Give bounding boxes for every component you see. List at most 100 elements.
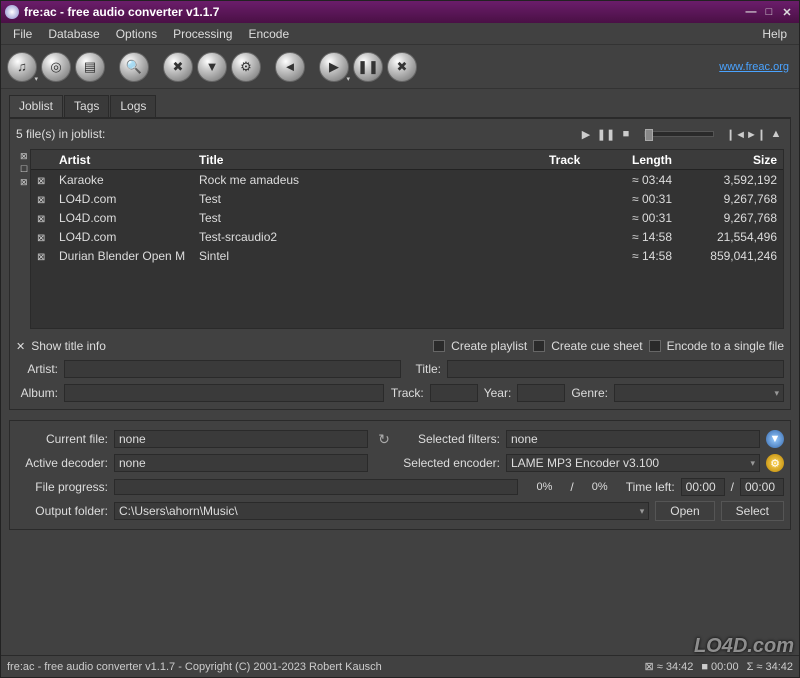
selected-encoder-dropdown[interactable]: LAME MP3 Encoder v3.100 [506, 454, 760, 472]
add-files-button[interactable]: ♫▾ [7, 52, 37, 82]
row-check-icon[interactable]: ⊠ [37, 214, 45, 225]
stop-small-icon: ■ [701, 661, 708, 673]
col-size[interactable]: Size [678, 153, 783, 167]
menu-database[interactable]: Database [40, 25, 107, 43]
refresh-icon[interactable]: ↻ [374, 430, 394, 448]
remove-button[interactable]: ▤ [75, 52, 105, 82]
cell-artist: Durian Blender Open M [53, 249, 193, 263]
play-button[interactable]: ▶▾ [319, 52, 349, 82]
cell-size: 9,267,768 [678, 192, 783, 206]
col-artist[interactable]: Artist [53, 153, 193, 167]
table-row[interactable]: ⊠Durian Blender Open MSintel≈ 14:58859,0… [31, 246, 783, 265]
progress-pct1: 0% [524, 481, 564, 493]
create-cue-label: Create cue sheet [551, 339, 642, 353]
menu-encode[interactable]: Encode [240, 25, 297, 43]
select-button[interactable]: Select [721, 501, 784, 521]
select-all-check-icon[interactable]: ⊠ [20, 151, 28, 162]
row-check-icon[interactable]: ⊠ [37, 195, 45, 206]
encode-single-label: Encode to a single file [667, 339, 784, 353]
year-field[interactable] [517, 384, 565, 402]
tab-logs[interactable]: Logs [110, 95, 156, 117]
settings-button[interactable]: ✖ [163, 52, 193, 82]
create-playlist-checkbox[interactable] [433, 340, 445, 352]
cell-size: 859,041,246 [678, 249, 783, 263]
joblist-count: 5 file(s) in joblist: [16, 127, 105, 141]
select-none-check-icon[interactable]: ☐ [20, 164, 28, 175]
selected-encoder-label: Selected encoder: [400, 456, 500, 470]
col-title[interactable]: Title [193, 153, 543, 167]
maximize-button[interactable]: □ [761, 5, 777, 19]
table-row[interactable]: ⊠LO4D.comTest-srcaudio2≈ 14:5821,554,496 [31, 227, 783, 246]
encode-single-checkbox[interactable] [649, 340, 661, 352]
title-field[interactable] [447, 360, 784, 378]
col-length[interactable]: Length [598, 153, 678, 167]
preview-play-button[interactable]: ▶ [578, 127, 594, 141]
row-check-icon[interactable]: ⊠ [37, 233, 45, 244]
cell-title: Test [193, 211, 543, 225]
close-button[interactable]: ✕ [779, 5, 795, 19]
preview-prev-button[interactable]: ❙◄ [728, 127, 744, 141]
add-cd-button[interactable]: ◎ [41, 52, 71, 82]
menu-options[interactable]: Options [108, 25, 165, 43]
encoder-config-icon[interactable]: ⚙ [766, 454, 784, 472]
genre-label: Genre: [571, 386, 608, 400]
row-check-icon[interactable]: ⊠ [37, 176, 45, 187]
menu-file[interactable]: File [5, 25, 40, 43]
status-total-time: 00:00 [711, 661, 739, 673]
select-toggle-check-icon[interactable]: ⊠ [20, 177, 28, 188]
table-row[interactable]: ⊠KaraokeRock me amadeus≈ 03:443,592,192 [31, 170, 783, 189]
col-track[interactable]: Track [543, 153, 598, 167]
open-button[interactable]: Open [655, 501, 714, 521]
preview-stop-button[interactable]: ■ [618, 127, 634, 141]
music-note-icon: ♫ [17, 59, 27, 74]
tab-joblist[interactable]: Joblist [9, 95, 63, 117]
time-left-1: 00:00 [681, 478, 725, 496]
album-field[interactable] [64, 384, 384, 402]
content-area: Joblist Tags Logs 5 file(s) in joblist: … [1, 89, 799, 655]
cell-artist: LO4D.com [53, 192, 193, 206]
cell-length: ≈ 14:58 [598, 230, 678, 244]
menu-help[interactable]: Help [754, 25, 795, 43]
track-field[interactable] [430, 384, 478, 402]
artist-label: Artist: [16, 362, 58, 376]
output-folder-field[interactable]: C:\Users\ahorn\Music\ [114, 502, 649, 520]
gear-icon: ⚙ [240, 59, 252, 75]
cell-length: ≈ 14:58 [598, 249, 678, 263]
selected-filters-label: Selected filters: [400, 432, 500, 446]
search-button[interactable]: 🔍 [119, 52, 149, 82]
table-row[interactable]: ⊠LO4D.comTest≈ 00:319,267,768 [31, 189, 783, 208]
website-link[interactable]: www.freac.org [719, 61, 789, 73]
stop-button[interactable]: ✖ [387, 52, 417, 82]
funnel-icon: ▼ [206, 59, 219, 74]
row-check-icon[interactable]: ⊠ [37, 252, 45, 263]
minimize-button[interactable]: — [743, 5, 759, 19]
artist-field[interactable] [64, 360, 401, 378]
app-icon [5, 5, 19, 19]
table-header: Artist Title Track Length Size [31, 150, 783, 170]
cell-title: Test [193, 192, 543, 206]
back-button[interactable]: ◄ [275, 52, 305, 82]
status-text: fre:ac - free audio converter v1.1.7 - C… [7, 661, 382, 673]
create-cue-checkbox[interactable] [533, 340, 545, 352]
filter-button[interactable]: ▼ [197, 52, 227, 82]
filters-config-icon[interactable]: ▼ [766, 430, 784, 448]
track-label: Track: [390, 386, 424, 400]
file-progress-bar [114, 479, 518, 495]
preview-seek-slider[interactable] [644, 131, 714, 137]
cell-size: 3,592,192 [678, 173, 783, 187]
preview-pause-button[interactable]: ❚❚ [598, 127, 614, 141]
tab-tags[interactable]: Tags [64, 95, 109, 117]
table-row[interactable]: ⊠LO4D.comTest≈ 00:319,267,768 [31, 208, 783, 227]
cell-title: Rock me amadeus [193, 173, 543, 187]
config-button[interactable]: ⚙ [231, 52, 261, 82]
menu-processing[interactable]: Processing [165, 25, 240, 43]
show-title-info-label[interactable]: Show title info [31, 339, 106, 353]
time-left-2: 00:00 [740, 478, 784, 496]
cell-artist: LO4D.com [53, 230, 193, 244]
time-left-label: Time left: [626, 480, 675, 494]
preview-next-button[interactable]: ►❙ [748, 127, 764, 141]
genre-dropdown[interactable] [614, 384, 784, 402]
preview-eject-button[interactable]: ▲ [768, 127, 784, 141]
output-folder-label: Output folder: [16, 504, 108, 518]
pause-button[interactable]: ❚❚ [353, 52, 383, 82]
